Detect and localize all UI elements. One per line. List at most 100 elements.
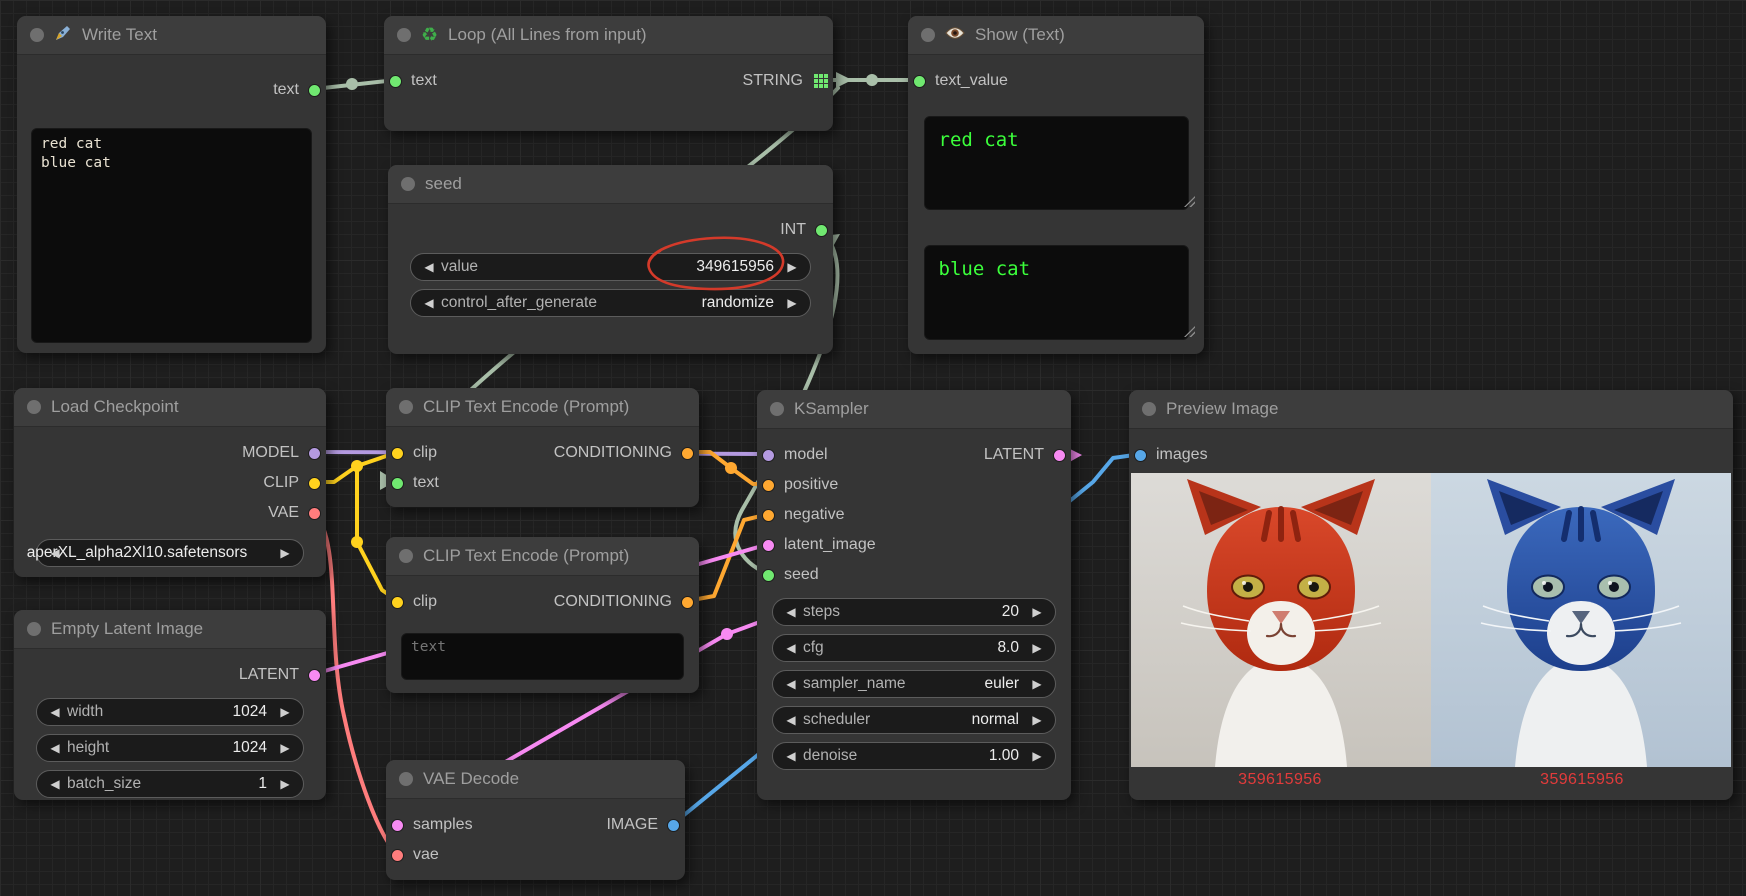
collapse-dot[interactable] xyxy=(397,28,411,42)
widget-width[interactable]: ◀ width 1024 ▶ xyxy=(36,698,304,726)
output-slot-conditioning[interactable] xyxy=(681,596,694,609)
widget-ckpt-name[interactable]: ◀ aperXL_alpha2Xl10.safetensors ▶ xyxy=(36,539,304,567)
input-slot-text[interactable] xyxy=(391,477,404,490)
input-slot-clip[interactable] xyxy=(391,596,404,609)
input-slot-text-value[interactable] xyxy=(913,75,926,88)
decrement-arrow[interactable]: ◀ xyxy=(783,677,799,691)
input-slot-positive[interactable] xyxy=(762,479,775,492)
link-dot[interactable] xyxy=(725,462,737,474)
output-slot-vae[interactable] xyxy=(308,507,321,520)
node-clip-text-encode-negative[interactable]: CLIP Text Encode (Prompt) clip CONDITION… xyxy=(386,537,699,693)
node-header[interactable]: Show (Text) xyxy=(908,16,1204,55)
output-slot-latent[interactable] xyxy=(308,669,321,682)
decrement-arrow[interactable]: ◀ xyxy=(47,777,63,791)
widget-scheduler[interactable]: ◀ scheduler normal ▶ xyxy=(772,706,1056,734)
node-header[interactable]: Preview Image xyxy=(1129,390,1733,429)
collapse-dot[interactable] xyxy=(399,400,413,414)
input-slot-text[interactable] xyxy=(389,75,402,88)
node-header[interactable]: seed xyxy=(388,165,833,204)
node-show-text[interactable]: Show (Text) text_value red cat blue cat xyxy=(908,16,1204,354)
collapse-dot[interactable] xyxy=(27,400,41,414)
node-header[interactable]: KSampler xyxy=(757,390,1071,429)
list-output-grid-icon[interactable] xyxy=(814,74,828,88)
output-slot-int[interactable] xyxy=(815,224,828,237)
collapse-dot[interactable] xyxy=(27,622,41,636)
increment-arrow[interactable]: ▶ xyxy=(1029,641,1045,655)
node-write-text[interactable]: Write Text text red cat blue cat xyxy=(17,16,326,353)
input-slot-model[interactable] xyxy=(762,449,775,462)
collapse-dot[interactable] xyxy=(401,177,415,191)
prev-arrow[interactable]: ◀ xyxy=(47,546,63,560)
increment-arrow[interactable]: ▶ xyxy=(277,741,293,755)
widget-control-after-generate[interactable]: ◀ control_after_generate randomize ▶ xyxy=(410,289,811,317)
node-header[interactable]: Empty Latent Image xyxy=(14,610,326,649)
input-slot-images[interactable] xyxy=(1134,449,1147,462)
output-slot-clip[interactable] xyxy=(308,477,321,490)
node-seed[interactable]: seed INT ◀ value 349615956 ▶ ◀ control_a… xyxy=(388,165,833,354)
decrement-arrow[interactable]: ◀ xyxy=(421,260,437,274)
prompt-text-area[interactable] xyxy=(401,633,684,680)
widget-denoise[interactable]: ◀ denoise 1.00 ▶ xyxy=(772,742,1056,770)
output-slot-model[interactable] xyxy=(308,447,321,460)
node-header[interactable]: ♻ Loop (All Lines from input) xyxy=(384,16,833,55)
node-ksampler[interactable]: KSampler model LATENT positive negative xyxy=(757,390,1071,800)
input-slot-clip[interactable] xyxy=(391,447,404,460)
input-slot-seed[interactable] xyxy=(762,569,775,582)
output-slot-text[interactable] xyxy=(308,84,321,97)
output-slot-image[interactable] xyxy=(667,819,680,832)
input-slot-negative[interactable] xyxy=(762,509,775,522)
decrement-arrow[interactable]: ◀ xyxy=(783,713,799,727)
link-dot[interactable] xyxy=(351,536,363,548)
next-arrow[interactable]: ▶ xyxy=(277,546,293,560)
collapse-dot[interactable] xyxy=(1142,402,1156,416)
link-dot[interactable] xyxy=(866,74,878,86)
node-header[interactable]: Load Checkpoint xyxy=(14,388,326,427)
collapse-dot[interactable] xyxy=(399,549,413,563)
increment-arrow[interactable]: ▶ xyxy=(1029,713,1045,727)
increment-arrow[interactable]: ▶ xyxy=(784,296,800,310)
collapse-dot[interactable] xyxy=(399,772,413,786)
node-preview-image[interactable]: Preview Image images xyxy=(1129,390,1733,800)
node-header[interactable]: Write Text xyxy=(17,16,326,55)
increment-arrow[interactable]: ▶ xyxy=(1029,605,1045,619)
widget-steps[interactable]: ◀ steps 20 ▶ xyxy=(772,598,1056,626)
link-dot[interactable] xyxy=(721,628,733,640)
input-slot-latent-image[interactable] xyxy=(762,539,775,552)
decrement-arrow[interactable]: ◀ xyxy=(421,296,437,310)
link-dot[interactable] xyxy=(346,78,358,90)
output-slot-conditioning[interactable] xyxy=(681,447,694,460)
node-loop[interactable]: ♻ Loop (All Lines from input) text STRIN… xyxy=(384,16,833,131)
increment-arrow[interactable]: ▶ xyxy=(277,705,293,719)
input-slot-vae[interactable] xyxy=(391,849,404,862)
decrement-arrow[interactable]: ◀ xyxy=(783,749,799,763)
decrement-arrow[interactable]: ◀ xyxy=(783,605,799,619)
output-slot-latent[interactable] xyxy=(1053,449,1066,462)
node-vae-decode[interactable]: VAE Decode samples IMAGE vae xyxy=(386,760,685,880)
increment-arrow[interactable]: ▶ xyxy=(1029,677,1045,691)
increment-arrow[interactable]: ▶ xyxy=(784,260,800,274)
increment-arrow[interactable]: ▶ xyxy=(277,777,293,791)
input-slot-samples[interactable] xyxy=(391,819,404,832)
decrement-arrow[interactable]: ◀ xyxy=(47,705,63,719)
collapse-dot[interactable] xyxy=(30,28,44,42)
show-text-value-2[interactable]: blue cat xyxy=(924,245,1189,340)
increment-arrow[interactable]: ▶ xyxy=(1029,749,1045,763)
widget-cfg[interactable]: ◀ cfg 8.0 ▶ xyxy=(772,634,1056,662)
collapse-dot[interactable] xyxy=(770,402,784,416)
node-header[interactable]: VAE Decode xyxy=(386,760,685,799)
node-header[interactable]: CLIP Text Encode (Prompt) xyxy=(386,537,699,576)
link-dot[interactable] xyxy=(351,460,363,472)
widget-seed-value[interactable]: ◀ value 349615956 ▶ xyxy=(410,253,811,281)
show-text-value-1[interactable]: red cat xyxy=(924,116,1189,210)
text-input-area[interactable]: red cat blue cat xyxy=(31,128,312,343)
node-empty-latent-image[interactable]: Empty Latent Image LATENT ◀ width 1024 ▶… xyxy=(14,610,326,800)
widget-height[interactable]: ◀ height 1024 ▶ xyxy=(36,734,304,762)
widget-sampler-name[interactable]: ◀ sampler_name euler ▶ xyxy=(772,670,1056,698)
collapse-dot[interactable] xyxy=(921,28,935,42)
decrement-arrow[interactable]: ◀ xyxy=(783,641,799,655)
widget-batch-size[interactable]: ◀ batch_size 1 ▶ xyxy=(36,770,304,798)
decrement-arrow[interactable]: ◀ xyxy=(47,741,63,755)
node-header[interactable]: CLIP Text Encode (Prompt) xyxy=(386,388,699,427)
node-clip-text-encode-positive[interactable]: CLIP Text Encode (Prompt) clip CONDITION… xyxy=(386,388,699,507)
node-graph-canvas[interactable]: Write Text text red cat blue cat ♻ Loop … xyxy=(0,0,1746,896)
